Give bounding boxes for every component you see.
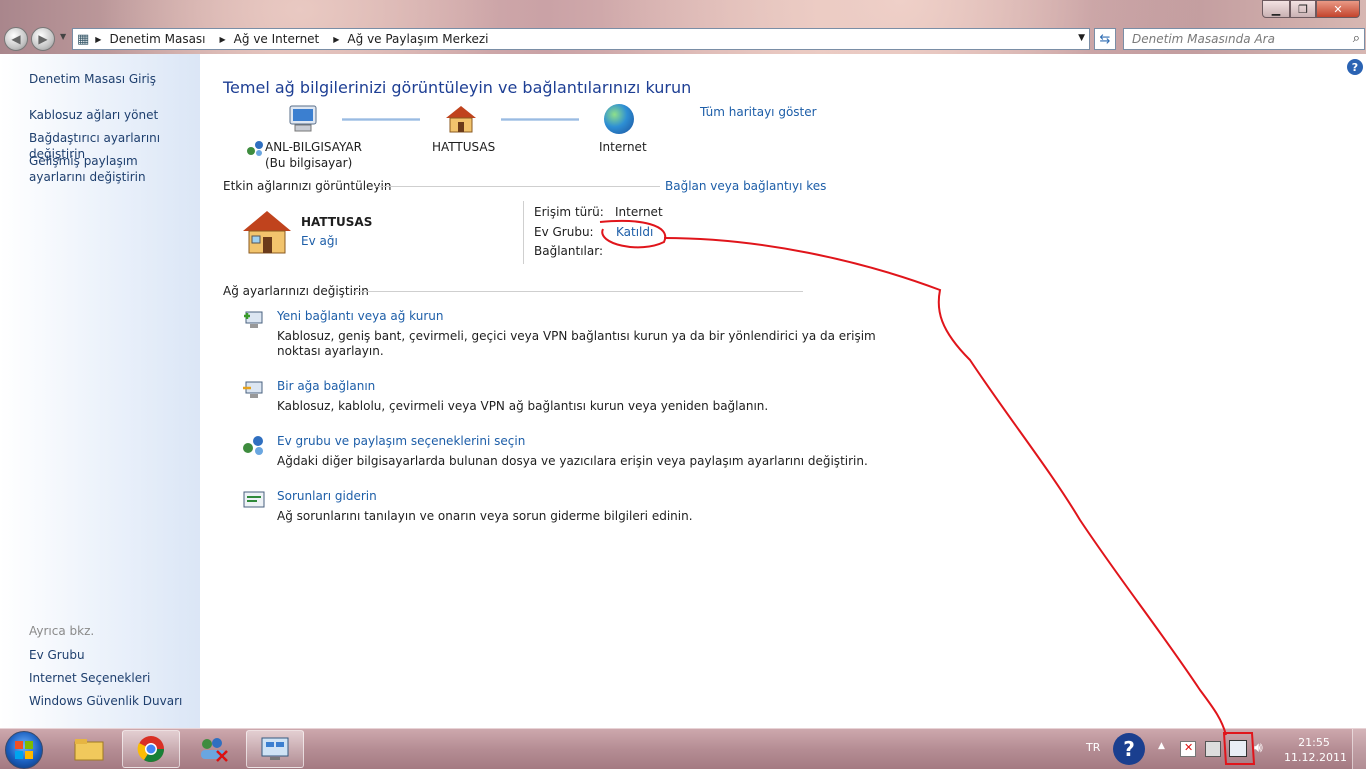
search-placeholder: Denetim Masasında Ara	[1132, 32, 1275, 46]
help-icon[interactable]: ?	[1347, 59, 1363, 75]
safely-remove-icon[interactable]	[1205, 741, 1221, 757]
computer-name: ANL-BILGISAYAR	[265, 140, 362, 154]
access-type-value: Internet	[615, 205, 663, 219]
home-network-large-icon	[243, 211, 291, 254]
network-tray-icon[interactable]	[1229, 740, 1247, 757]
refresh-button[interactable]: ⇆	[1094, 28, 1116, 50]
connect-network-icon	[243, 381, 263, 398]
task-troubleshoot-desc: Ağ sorunlarını tanılayın ve onarın veya …	[277, 509, 693, 523]
new-connection-icon	[244, 311, 263, 328]
recent-pages-icon[interactable]: ▼	[60, 32, 66, 41]
left-navigation-pane: Denetim Masası Giriş Kablosuz ağları yön…	[0, 54, 200, 728]
task-homegroup-sharing-desc: Ağdaki diğer bilgisayarlarda bulunan dos…	[277, 454, 868, 468]
clock-time: 21:55	[1298, 736, 1330, 749]
map-connection-line	[342, 118, 420, 121]
breadcrumb-network-sharing-center[interactable]: Ağ ve Paylaşım Merkezi	[347, 32, 488, 46]
clock[interactable]: 21:55 11.12.2011	[1284, 735, 1347, 765]
network-status-icon	[247, 141, 263, 156]
show-desktop-button[interactable]	[1352, 729, 1366, 769]
homegroup-sharing-icon	[243, 436, 263, 455]
taskbar: TR ? ▲ ✕ 🔊︎ 21:55 11.12.2011	[0, 728, 1366, 769]
task-new-connection-link[interactable]: Yeni bağlantı veya ağ kurun	[277, 309, 443, 323]
forward-button[interactable]: ▶	[31, 27, 55, 51]
network-type-link[interactable]: Ev ağı	[301, 234, 338, 248]
task-homegroup-sharing-link[interactable]: Ev grubu ve paylaşım seçeneklerini seçin	[277, 434, 525, 448]
troubleshoot-icon	[243, 491, 265, 508]
breadcrumb-control-panel[interactable]: Denetim Masası	[109, 32, 205, 46]
maximize-button[interactable]: ❐	[1290, 0, 1316, 18]
access-type-label: Erişim türü:	[534, 205, 604, 219]
chrome-icon	[137, 736, 165, 763]
connect-disconnect-link[interactable]: Bağlan veya bağlantıyı kes	[665, 179, 826, 193]
windows-logo-icon	[15, 741, 33, 759]
task-new-connection-desc: noktası ayarlayın.	[277, 344, 384, 358]
taskbar-explorer-button[interactable]	[60, 730, 118, 768]
window-controls: ▁ ❐ ✕	[1262, 0, 1360, 18]
breadcrumb-arrow-icon[interactable]: ▶	[333, 35, 339, 44]
see-also-title: Ayrıca bkz.	[29, 624, 95, 638]
vertical-divider	[523, 201, 524, 264]
task-connect-network-desc: Kablosuz, kablolu, çevirmeli veya VPN ağ…	[277, 399, 769, 413]
map-internet-label: Internet	[599, 140, 647, 154]
sidebar-item-advanced-sharing[interactable]: Gelişmiş paylaşım ayarlarını değiştirin	[29, 153, 189, 185]
breadcrumb-arrow-icon[interactable]: ▶	[95, 35, 101, 44]
show-full-map-link[interactable]: Tüm haritayı göster	[700, 105, 817, 119]
taskbar-control-panel-button[interactable]	[246, 730, 304, 768]
action-center-icon[interactable]: ✕	[1180, 741, 1196, 757]
navigation-bar: ◀ ▶ ▼ ▦ ▶ Denetim Masası ▶ Ağ ve Interne…	[0, 26, 1366, 52]
volume-icon[interactable]: 🔊︎	[1254, 740, 1263, 756]
start-button[interactable]	[5, 731, 43, 769]
task-new-connection-desc: Kablosuz, geniş bant, çevirmeli, geçici …	[277, 329, 876, 343]
home-network-icon[interactable]	[444, 104, 478, 134]
breadcrumb-network-internet[interactable]: Ağ ve Internet	[234, 32, 320, 46]
close-button[interactable]: ✕	[1316, 0, 1360, 18]
address-dropdown-icon[interactable]: ▼	[1078, 33, 1085, 43]
see-also-windows-firewall[interactable]: Windows Güvenlik Duvarı	[29, 693, 199, 709]
users-icon	[201, 738, 228, 762]
minimize-button[interactable]: ▁	[1262, 0, 1290, 18]
sidebar-item-manage-wireless[interactable]: Kablosuz ağları yönet	[29, 107, 199, 123]
connections-label: Bağlantılar:	[534, 244, 603, 258]
address-bar[interactable]: ▦ ▶ Denetim Masası ▶ Ağ ve Internet ▶ Ağ…	[72, 28, 1090, 50]
control-panel-icon: ▦	[77, 31, 90, 47]
homegroup-label: Ev Grubu:	[534, 225, 594, 239]
map-network-name: HATTUSAS	[432, 140, 496, 154]
taskbar-chrome-button[interactable]	[122, 730, 180, 768]
section-divider	[353, 291, 803, 292]
sidebar-item-control-panel-home[interactable]: Denetim Masası Giriş	[29, 71, 199, 87]
section-divider	[375, 186, 660, 187]
back-arrow-icon: ◀	[11, 32, 21, 46]
control-panel-icon	[261, 737, 289, 760]
page-title: Temel ağ bilgilerinizi görüntüleyin ve b…	[223, 78, 692, 97]
forward-arrow-icon: ▶	[38, 32, 48, 46]
main-window: Denetim Masası Giriş Kablosuz ağları yön…	[0, 54, 1366, 728]
clock-date: 11.12.2011	[1284, 751, 1347, 764]
language-indicator[interactable]: TR	[1086, 741, 1100, 754]
internet-globe-icon[interactable]	[604, 104, 634, 134]
refresh-icon: ⇆	[1099, 31, 1111, 47]
folder-icon	[74, 739, 104, 761]
breadcrumb-arrow-icon[interactable]: ▶	[220, 35, 226, 44]
task-troubleshoot-link[interactable]: Sorunları giderin	[277, 489, 377, 503]
see-also-internet-options[interactable]: Internet Seçenekleri	[29, 670, 199, 686]
show-hidden-icons-icon[interactable]: ▲	[1158, 741, 1165, 751]
active-network-name: HATTUSAS	[301, 215, 373, 229]
change-settings-title: Ağ ayarlarınızı değiştirin	[223, 284, 369, 298]
search-icon[interactable]: ⌕	[1353, 31, 1360, 46]
computer-icon	[289, 105, 317, 132]
homegroup-joined-link[interactable]: Katıldı	[616, 225, 653, 239]
computer-subtitle: (Bu bilgisayar)	[265, 156, 353, 170]
back-button[interactable]: ◀	[4, 27, 28, 51]
map-connection-line	[501, 118, 579, 121]
help-tray-icon[interactable]: ?	[1113, 733, 1145, 765]
active-networks-title: Etkin ağlarınızı görüntüleyin	[223, 179, 392, 193]
task-connect-network-link[interactable]: Bir ağa bağlanın	[277, 379, 375, 393]
see-also-homegroup[interactable]: Ev Grubu	[29, 647, 199, 663]
taskbar-network-app-button[interactable]	[184, 730, 242, 768]
search-input[interactable]: Denetim Masasında Ara ⌕	[1123, 28, 1365, 50]
